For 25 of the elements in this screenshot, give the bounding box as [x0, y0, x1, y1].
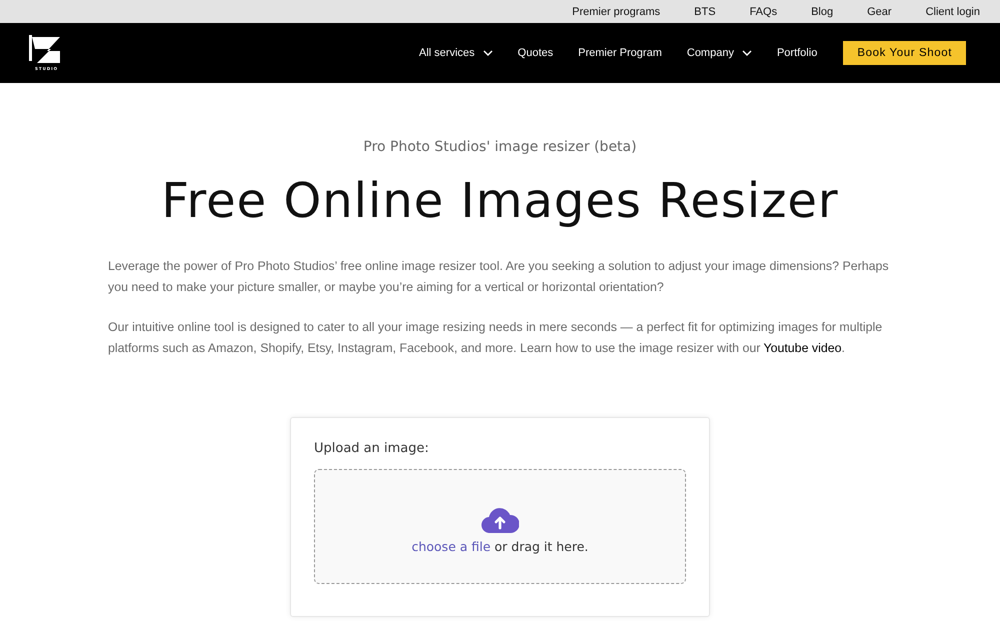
- choose-file-link[interactable]: choose a file: [412, 539, 491, 554]
- book-shoot-button[interactable]: Book Your Shoot: [843, 41, 966, 65]
- drop-zone[interactable]: choose a file or drag it here.: [314, 469, 686, 584]
- chevron-down-icon: [742, 50, 752, 56]
- nav-link[interactable]: Premier Program: [578, 47, 662, 59]
- intro-paragraph: Our intuitive online tool is designed to cater to all your image resizing needs in mere seconds — a perfect fit for optimizing images for multiple platforms such as Amazon, Shopify, Etsy, Instagram, Facebook, and more. Learn how to use the image resizer with our Youtube video.: [108, 319, 884, 357]
- subtitle: Pro Photo Studios' image resizer (beta): [363, 139, 637, 155]
- nav-link[interactable]: Portfolio: [776, 47, 818, 59]
- nav-link[interactable]: All services: [419, 47, 493, 59]
- drop-instruction: choose a file or drag it here.: [412, 539, 588, 554]
- top-link[interactable]: Gear: [867, 6, 892, 18]
- youtube-link[interactable]: Youtube video: [763, 341, 842, 355]
- page-title: Free Online Images Resizer: [161, 172, 839, 231]
- intro-paragraph: Leverage the power of Pro Photo Studios’ free online image resizer tool. Are you seeking a solution to adjust your image dimensions? Perhaps you need to make your picture smaller, or maybe you’re aiming for a vertical or horizontal orientation?: [108, 258, 890, 296]
- top-link[interactable]: BTS: [694, 6, 716, 18]
- cloud-upload-icon: [481, 507, 519, 533]
- top-link[interactable]: FAQs: [750, 6, 778, 18]
- top-link[interactable]: Premier programs: [572, 6, 660, 18]
- upload-label: Upload an image:: [314, 441, 430, 456]
- top-link[interactable]: Blog: [811, 6, 834, 18]
- logo-icon[interactable]: [27, 35, 61, 65]
- nav-link[interactable]: Quotes: [518, 47, 554, 59]
- top-link[interactable]: Client login: [926, 6, 980, 18]
- chevron-down-icon: [482, 50, 493, 56]
- nav-link[interactable]: Company: [686, 47, 752, 59]
